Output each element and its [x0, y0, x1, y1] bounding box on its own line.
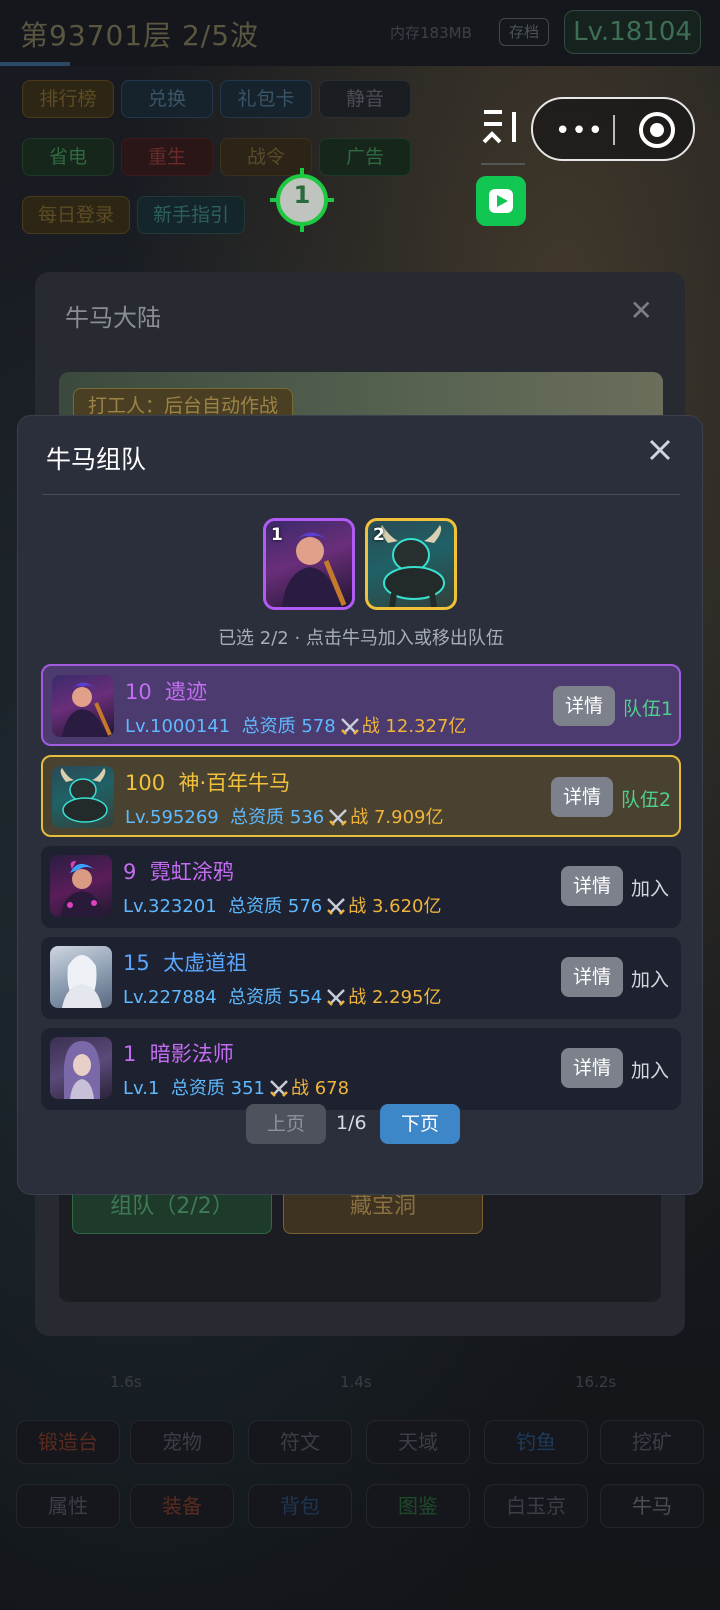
taixu-daozu-avatar-icon — [50, 946, 112, 1008]
detail-button[interactable]: 详情 — [561, 957, 623, 997]
memory-label: 内存183MB — [390, 24, 472, 42]
crossed-swords-icon — [327, 898, 346, 915]
niuma-name: 100 神·百年牛马 — [125, 771, 291, 795]
close-icon[interactable] — [646, 436, 674, 464]
more-icon[interactable]: ••• — [555, 116, 604, 146]
niuma-stats: Lv.595269 总资质 536 战 7.909亿 — [125, 807, 444, 828]
beginner-guide-button[interactable]: 新手指引 — [137, 196, 245, 234]
back-panel-title: 牛马大陆 — [65, 304, 161, 332]
power-save-button[interactable]: 省电 — [22, 138, 114, 176]
attributes-button[interactable]: 属性 — [16, 1484, 120, 1528]
shadow-mage-avatar-icon — [50, 1037, 112, 1099]
slot-2-number: 2 — [373, 525, 385, 545]
rebirth-button[interactable]: 重生 — [121, 138, 213, 176]
exit-panel-icon[interactable] — [480, 108, 522, 148]
mini-program-capsule: ••• — [531, 97, 695, 161]
team-setup-modal: 牛马组队 1 2 已选 2/2 · 点击牛马加入或移出队伍 10 遗迹 Lv.1… — [17, 415, 703, 1195]
back-close-icon[interactable]: ✕ — [630, 294, 653, 327]
selection-hint: 已选 2/2 · 点击牛马加入或移出队伍 — [218, 628, 504, 649]
niuma-row-3[interactable]: 9 霓虹涂鸦 Lv.323201 总资质 576 战 3.620亿 详情 加入 — [41, 846, 681, 928]
capsule-separator — [613, 115, 615, 145]
wave-progress — [0, 62, 70, 66]
floor-title: 第93701层 2/5波 — [20, 19, 260, 52]
niuma-stats: Lv.323201 总资质 576 战 3.620亿 — [123, 896, 442, 917]
neon-graffiti-avatar-icon — [50, 855, 112, 917]
title-divider — [42, 494, 680, 495]
team-slot-2[interactable]: 2 — [365, 518, 457, 610]
slot-1-number: 1 — [271, 525, 283, 545]
close-miniprogram-icon[interactable] — [639, 112, 675, 148]
modal-title: 牛马组队 — [46, 445, 147, 474]
gift-card-button[interactable]: 礼包卡 — [220, 80, 312, 118]
niuma-name: 10 遗迹 — [125, 680, 208, 704]
jade-capital-button[interactable]: 白玉京 — [484, 1484, 588, 1528]
crossed-swords-icon — [329, 809, 348, 826]
crossed-swords-icon — [327, 989, 346, 1006]
forge-button[interactable]: 锻造台 — [16, 1420, 120, 1464]
detail-button[interactable]: 详情 — [553, 686, 615, 726]
team-1-label[interactable]: 队伍1 — [623, 694, 673, 721]
niuma-name: 1 暗影法师 — [123, 1042, 234, 1066]
join-button[interactable]: 加入 — [631, 965, 669, 992]
heaven-domain-button[interactable]: 天域 — [366, 1420, 470, 1464]
join-button[interactable]: 加入 — [631, 874, 669, 901]
detail-button[interactable]: 详情 — [561, 866, 623, 906]
timer-1: 1.6s — [110, 1373, 142, 1391]
join-button[interactable]: 加入 — [631, 1056, 669, 1083]
mining-button[interactable]: 挖矿 — [600, 1420, 704, 1464]
niuma-button[interactable]: 牛马 — [600, 1484, 704, 1528]
crossed-swords-icon — [340, 718, 359, 735]
niuma-row-4[interactable]: 15 太虚道祖 Lv.227884 总资质 554 战 2.295亿 详情 加入 — [41, 937, 681, 1019]
top-bar: 第93701层 2/5波 内存183MB 存档 Lv.18104 — [0, 0, 720, 66]
capsule-divider — [481, 163, 525, 165]
bull-avatar-icon — [52, 766, 114, 828]
exchange-button[interactable]: 兑换 — [121, 80, 213, 118]
target-marker-number: 1 — [293, 181, 311, 209]
warrior-avatar-icon — [52, 675, 114, 737]
detail-button[interactable]: 详情 — [561, 1048, 623, 1088]
niuma-row-2[interactable]: 100 神·百年牛马 Lv.595269 总资质 536 战 7.909亿 详情 … — [41, 755, 681, 837]
timer-3: 16.2s — [575, 1373, 617, 1391]
team-slot-1[interactable]: 1 — [263, 518, 355, 610]
pet-button[interactable]: 宠物 — [130, 1420, 234, 1464]
detail-button[interactable]: 详情 — [551, 777, 613, 817]
daily-login-button[interactable]: 每日登录 — [22, 196, 130, 234]
bag-button[interactable]: 背包 — [248, 1484, 352, 1528]
rune-button[interactable]: 符文 — [248, 1420, 352, 1464]
player-level: Lv.18104 — [564, 10, 701, 54]
codex-button[interactable]: 图鉴 — [366, 1484, 470, 1528]
niuma-stats: Lv.227884 总资质 554 战 2.295亿 — [123, 987, 442, 1008]
leaderboard-button[interactable]: 排行榜 — [22, 80, 114, 118]
fishing-button[interactable]: 钓鱼 — [484, 1420, 588, 1464]
team-2-label[interactable]: 队伍2 — [621, 785, 671, 812]
niuma-name: 9 霓虹涂鸦 — [123, 860, 234, 884]
video-icon[interactable] — [476, 176, 526, 226]
niuma-row-5[interactable]: 1 暗影法师 Lv.1 总资质 351 战 678 详情 加入 — [41, 1028, 681, 1110]
prev-page-button[interactable]: 上页 — [246, 1104, 326, 1144]
niuma-stats: Lv.1 总资质 351 战 678 — [123, 1078, 350, 1099]
next-page-button[interactable]: 下页 — [380, 1104, 460, 1144]
niuma-stats: Lv.1000141 总资质 578 战 12.327亿 — [125, 716, 467, 737]
pagination: 上页 1/6 下页 — [18, 1104, 704, 1144]
niuma-name: 15 太虚道祖 — [123, 951, 248, 975]
equipment-button[interactable]: 装备 — [130, 1484, 234, 1528]
mute-button[interactable]: 静音 — [319, 80, 411, 118]
niuma-row-1[interactable]: 10 遗迹 Lv.1000141 总资质 578 战 12.327亿 详情 队伍1 — [41, 664, 681, 746]
page-indicator: 1/6 — [336, 1112, 367, 1134]
crossed-swords-icon — [270, 1080, 288, 1097]
save-button[interactable]: 存档 — [499, 18, 549, 46]
timer-2: 1.4s — [340, 1373, 372, 1391]
